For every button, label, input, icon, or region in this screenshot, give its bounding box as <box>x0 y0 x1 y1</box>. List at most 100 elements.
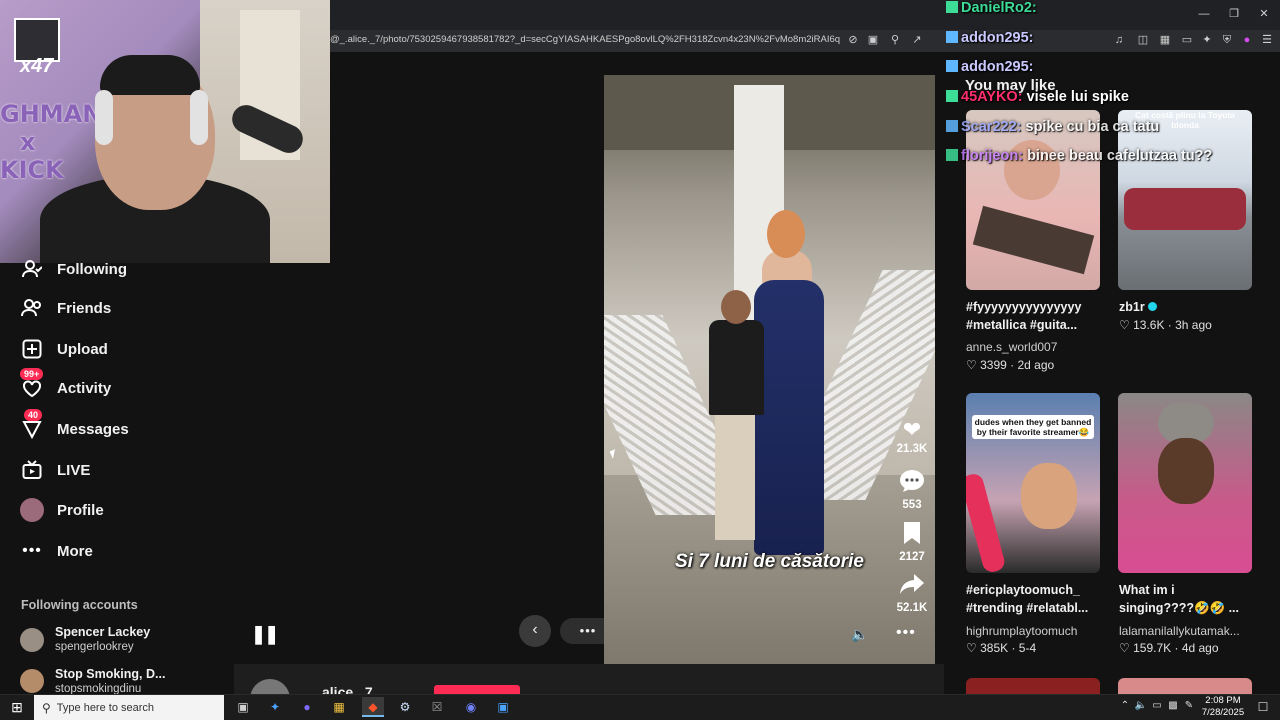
thumb-caption[interactable]: #fyyyyyyyyyyyyyyy #metallica #guita... <box>966 298 1104 334</box>
save-button[interactable]: 2127 <box>894 521 930 563</box>
previous-button[interactable]: ‹ <box>519 615 551 647</box>
url-text[interactable]: @_.alice._7/photo/7530259467938581782?_d… <box>330 34 840 45</box>
thumb-face <box>1158 438 1214 504</box>
banner-line: KICK <box>0 156 64 184</box>
task-view-icon[interactable]: ▣ <box>232 697 254 717</box>
thumb-user: zb1r <box>1119 300 1145 314</box>
pause-button[interactable]: ❚❚ <box>251 624 279 645</box>
thumb-likes: 13.6K <box>1133 318 1165 332</box>
menu-icon[interactable]: ☰ <box>1260 33 1274 47</box>
thumb-stats: ♡ 3399 · 2d ago <box>966 358 1055 372</box>
chat-text: visele lui spike <box>1026 89 1129 105</box>
pen-icon[interactable]: ✎ <box>1182 700 1196 711</box>
volume-icon[interactable]: 🔈 <box>851 626 868 643</box>
following-account[interactable]: Spencer Lackey spengerlookrey <box>20 625 150 655</box>
live-icon <box>20 458 44 482</box>
headphone-left <box>95 90 113 145</box>
streamer-webcam: GHMAN x KICK x47 <box>0 0 330 263</box>
video-caption: Si 7 luni de căsătorie <box>674 551 865 572</box>
taskbar-search[interactable]: ⚲ Type here to search <box>34 695 224 720</box>
thumb-caption[interactable]: zb1r <box>1119 298 1257 316</box>
zoom-icon[interactable]: ⚲ <box>888 33 902 47</box>
like-button[interactable]: ❤ 21.3K <box>894 417 930 455</box>
thumb-hair <box>1158 403 1214 443</box>
close-window-button[interactable]: ✕ <box>1256 6 1272 22</box>
recommended-thumb[interactable] <box>966 110 1100 290</box>
sidebar-item-activity[interactable]: 99+ Activity <box>20 368 111 403</box>
tray-chevron-icon[interactable]: ⌃ <box>1118 700 1132 711</box>
share-icon[interactable]: ↗ <box>910 33 924 47</box>
chat-user: florijeon: <box>961 148 1024 164</box>
following-account[interactable]: Stop Smoking, D... stopsmokingdinu <box>20 667 165 694</box>
following-accounts-header: Following accounts <box>21 598 138 612</box>
excel-icon[interactable]: ☒ <box>426 697 448 717</box>
recommended-thumb[interactable] <box>1118 393 1252 573</box>
file-explorer-icon[interactable]: ▦ <box>328 697 350 717</box>
volume-tray-icon[interactable]: 🔈 <box>1134 700 1148 711</box>
recommended-thumb[interactable] <box>1118 678 1252 694</box>
sidebar-item-messages[interactable]: 40 Messages <box>20 409 129 444</box>
taskbar-clock[interactable]: 2:08 PM 7/28/2025 <box>1196 695 1250 719</box>
save-count: 2127 <box>899 551 925 563</box>
sidebar-item-following[interactable]: Following <box>20 254 127 284</box>
man-head <box>721 290 751 324</box>
brave-browser-icon[interactable]: ◆ <box>362 697 384 717</box>
copilot-icon[interactable]: ✦ <box>264 697 286 717</box>
thumb-user[interactable]: lalamanilallykutamak... <box>1119 624 1253 638</box>
edge-icon[interactable]: ● <box>296 697 318 717</box>
app-icon[interactable]: ▣ <box>492 697 514 717</box>
chat-user: addon295: <box>961 59 1034 75</box>
recommended-thumb[interactable]: dudes when they get banned by their favo… <box>966 393 1100 573</box>
chat-badge-icon <box>946 149 958 161</box>
sidebar-item-label: Messages <box>57 420 129 438</box>
leo-icon[interactable]: ✦ <box>1200 33 1214 47</box>
chat-badge-icon <box>946 1 958 13</box>
mute-tab-icon[interactable]: ⊘ <box>846 33 860 47</box>
search-icon: ⚲ <box>42 700 51 715</box>
notifications-icon[interactable]: ☐ <box>1256 700 1270 714</box>
share-arrow-icon <box>894 572 930 602</box>
brave-icon[interactable]: ● <box>1240 33 1254 47</box>
bookmark-icon[interactable]: ▦ <box>1158 33 1172 47</box>
maximize-button[interactable]: ❐ <box>1226 6 1242 22</box>
pip-icon[interactable]: ▣ <box>866 33 880 47</box>
more-options-icon[interactable]: ••• <box>896 624 916 642</box>
chat-user: 45AYKO: <box>961 89 1023 105</box>
banner-line: GHMAN <box>0 100 103 128</box>
recommended-thumb[interactable]: Cat costă plinu la Toyota blonda <box>1118 110 1252 290</box>
thumb-user[interactable]: highrumplaytoomuch <box>966 624 1100 638</box>
video-player[interactable]: Si 7 luni de căsătorie ❤ 21.3K 553 2127 … <box>604 75 935 664</box>
network-icon[interactable]: ▭ <box>1150 700 1164 711</box>
thumb-stats: ♡ 159.7K · 4d ago <box>1119 641 1219 655</box>
thumb-car <box>1124 188 1246 230</box>
share-button[interactable]: 52.1K <box>894 572 930 614</box>
thumb-caption[interactable]: What im i singing????🤣🤣 ... <box>1119 581 1249 617</box>
sidebar-icon[interactable]: ◫ <box>1136 33 1150 47</box>
thumb-user[interactable]: anne.s_world007 <box>966 340 1100 354</box>
discord-icon[interactable]: ◉ <box>460 697 482 717</box>
music-icon[interactable]: ♫ <box>1112 33 1126 47</box>
sidebar-item-more[interactable]: ••• More <box>20 536 93 566</box>
shield-icon[interactable]: ⛨ <box>1220 33 1234 47</box>
recommended-thumb[interactable] <box>966 678 1100 694</box>
sidebar-item-friends[interactable]: Friends <box>20 293 111 323</box>
thumb-stats: ♡ 13.6K · 3h ago <box>1119 318 1212 332</box>
chat-message: addon295: <box>946 30 1034 46</box>
clock-time: 2:08 PM <box>1205 695 1241 706</box>
thumb-likes: 159.7K <box>1133 641 1172 655</box>
headphone-right <box>190 90 208 145</box>
display-icon[interactable]: ▩ <box>1166 700 1180 711</box>
sidebar-item-upload[interactable]: Upload <box>20 334 108 364</box>
minimize-button[interactable]: — <box>1196 6 1212 22</box>
sidebar-item-live[interactable]: LIVE <box>20 455 90 485</box>
wallet-icon[interactable]: ▭ <box>1180 33 1194 47</box>
sidebar-item-profile[interactable]: Profile <box>20 495 104 525</box>
comment-button[interactable]: 553 <box>894 469 930 511</box>
thumb-caption[interactable]: #ericplaytoomuch_ #trending #relatabl... <box>966 581 1104 617</box>
follow-button[interactable] <box>434 685 520 694</box>
sidebar-item-label: Profile <box>57 501 104 519</box>
chat-text: spike cu bia ca tatu <box>1025 119 1160 135</box>
windows-start-icon[interactable]: ⊞ <box>0 694 34 720</box>
steam-icon[interactable]: ⚙ <box>394 697 416 717</box>
thumb-face <box>1021 463 1077 529</box>
